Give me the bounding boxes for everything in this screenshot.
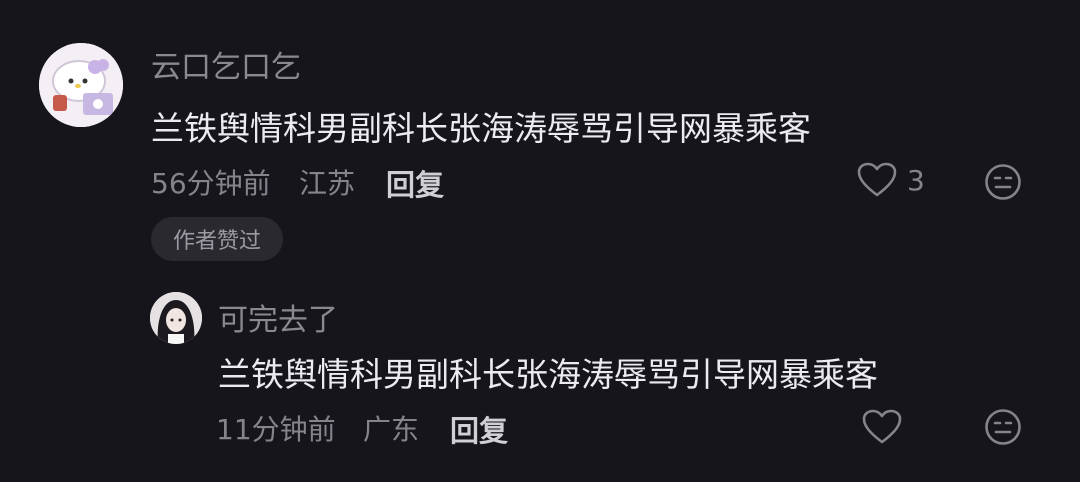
author-liked-badge: 作者赞过: [151, 217, 283, 261]
reply-button[interactable]: 回复: [450, 408, 508, 450]
comment-location: 广东: [363, 413, 420, 446]
comment-text[interactable]: 兰铁舆情科男副科长张海涛辱骂引导网暴乘客: [151, 102, 811, 150]
comment-time: 11分钟前: [216, 413, 336, 446]
neutral-face-icon: [985, 164, 1021, 200]
neutral-face-icon: [985, 409, 1021, 445]
like-button[interactable]: 3: [857, 162, 925, 198]
comment-username[interactable]: 可完去了: [218, 295, 338, 339]
like-count: 3: [907, 163, 925, 197]
avatar[interactable]: [150, 292, 202, 344]
comment-time: 56分钟前: [151, 167, 271, 200]
like-button[interactable]: [862, 409, 912, 445]
avatar[interactable]: [39, 43, 123, 127]
comment-text[interactable]: 兰铁舆情科男副科长张海涛辱骂引导网暴乘客: [218, 348, 878, 396]
heart-outline-icon: [857, 162, 897, 197]
reply-button[interactable]: 回复: [386, 162, 444, 204]
comment-location: 江苏: [299, 167, 356, 200]
heart-outline-icon: [862, 409, 902, 444]
girl-avatar-image: [150, 292, 202, 344]
comment-username[interactable]: 云口乞口乞: [151, 42, 301, 86]
dislike-button[interactable]: [984, 408, 1022, 450]
dislike-button[interactable]: [984, 163, 1022, 205]
hello-kitty-avatar-image: [39, 43, 123, 127]
